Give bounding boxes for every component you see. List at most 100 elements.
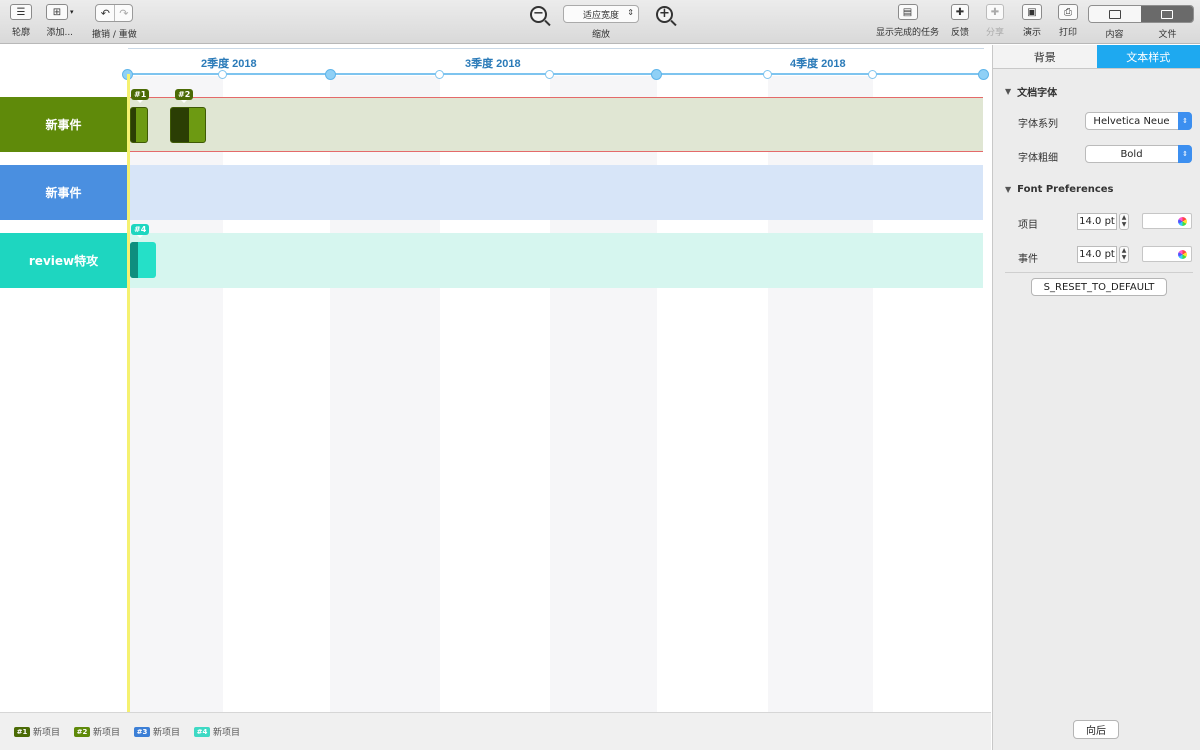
undo-redo-label: 撤销 / 重做 <box>92 30 137 40</box>
event-size-label: 事件 <box>1018 254 1038 265</box>
item-size-field[interactable]: 14.0 pt <box>1077 213 1117 230</box>
tab-background[interactable]: 背景 <box>993 45 1097 68</box>
month-tick <box>868 70 877 79</box>
swimlane-label[interactable]: review特攻 <box>0 233 127 288</box>
quarter-tick[interactable] <box>651 69 662 80</box>
legend-item[interactable]: #1 新项目 <box>14 725 60 738</box>
today-marker[interactable] <box>127 74 130 712</box>
file-view-icon <box>1161 9 1173 19</box>
month-tick <box>218 70 227 79</box>
share-button[interactable]: ✚ 分享 <box>986 4 1004 38</box>
item-size-stepper[interactable]: ▲ ▼ <box>1119 213 1129 230</box>
task-tag[interactable]: #2 <box>175 89 194 103</box>
present-icon: ▣ <box>1022 4 1042 20</box>
send-backward-button[interactable]: 向后 <box>1073 720 1119 739</box>
font-family-label: 字体系列 <box>1018 119 1058 130</box>
font-family-select[interactable]: Helvetica Neue ⇕ <box>1085 112 1192 130</box>
swimlane[interactable]: 新事件 <box>0 165 984 220</box>
zoom-select[interactable]: 适应宽度 ⇕ <box>563 5 639 23</box>
add-button[interactable]: ⊞ ▾ 添加... <box>46 4 74 38</box>
share-icon: ✚ <box>986 4 1004 20</box>
stepper-arrows-icon: ⇕ <box>1178 112 1192 130</box>
feedback-label: 反馈 <box>951 28 970 38</box>
completed-tasks-icon: ▤ <box>897 4 918 20</box>
reset-default-button[interactable]: S_RESET_TO_DEFAULT <box>1031 278 1167 296</box>
font-weight-value: Bold <box>1120 148 1143 160</box>
outline-label: 轮廓 <box>11 28 30 38</box>
doc-font-section[interactable]: ▼ 文档字体 <box>1005 84 1057 99</box>
print-button[interactable]: ⎙ 打印 <box>1058 4 1078 38</box>
show-completed-label: 显示完成的任务 <box>876 28 940 38</box>
present-button[interactable]: ▣ 演示 <box>1022 4 1042 38</box>
task-bar[interactable] <box>170 107 206 143</box>
color-wheel-icon <box>1178 217 1187 226</box>
legend-item[interactable]: #2 新项目 <box>74 725 120 738</box>
legend-label: 新项目 <box>153 728 181 738</box>
quarter-label: 2季度 2018 <box>201 58 257 70</box>
legend-bar: #1 新项目 #2 新项目 #3 新项目 #4 新项目 <box>0 712 991 750</box>
month-tick <box>545 70 554 79</box>
zoom-out-icon[interactable]: − <box>530 6 547 23</box>
legend-chip: #1 <box>14 726 30 737</box>
print-icon: ⎙ <box>1058 4 1078 20</box>
swimlane-label[interactable]: 新事件 <box>0 165 127 220</box>
undo-icon[interactable]: ↶ <box>96 5 114 21</box>
event-color-well[interactable] <box>1142 246 1192 262</box>
swimlane-area[interactable] <box>128 233 983 288</box>
present-label: 演示 <box>1022 28 1041 38</box>
color-wheel-icon <box>1178 250 1187 259</box>
legend-item[interactable]: #4 新项目 <box>194 725 240 738</box>
feedback-icon: ✚ <box>951 4 969 20</box>
event-size-stepper[interactable]: ▲ ▼ <box>1119 246 1129 263</box>
swimlane-area[interactable] <box>128 165 983 220</box>
quarter-tick[interactable] <box>325 69 336 80</box>
stepper-arrows-icon: ⇕ <box>627 8 634 17</box>
view-toggle <box>1088 5 1194 23</box>
month-tick <box>435 70 444 79</box>
time-axis <box>127 73 984 75</box>
month-tick <box>763 70 772 79</box>
toolbar: ☰ 轮廓 ⊞ ▾ 添加... ↶ ↷ 撤销 / 重做 − 适应宽度 ⇕ 缩放 +… <box>0 0 1200 44</box>
divider <box>1005 272 1193 273</box>
font-pref-heading: Font Preferences <box>1017 184 1114 195</box>
show-completed-button[interactable]: ▤ 显示完成的任务 <box>876 4 939 38</box>
view-toggle-labels: 内容 文件 <box>1088 27 1194 40</box>
file-view-button[interactable] <box>1141 6 1193 22</box>
item-size-label: 项目 <box>1018 220 1038 231</box>
tab-text-style[interactable]: 文本样式 <box>1096 45 1200 68</box>
content-view-icon <box>1109 9 1121 19</box>
zoom-in-icon[interactable]: + <box>656 6 673 23</box>
zoom-label: 缩放 <box>591 30 610 40</box>
legend-label: 新项目 <box>93 728 121 738</box>
task-bar[interactable] <box>130 242 156 278</box>
redo-icon[interactable]: ↷ <box>114 5 132 21</box>
quarter-label: 4季度 2018 <box>790 58 846 70</box>
inspector-tabs: 背景 文本样式 <box>993 45 1200 69</box>
feedback-button[interactable]: ✚ 反馈 <box>951 4 969 38</box>
content-view-label: 内容 <box>1105 30 1124 40</box>
event-size-field[interactable]: 14.0 pt <box>1077 246 1117 263</box>
task-bar[interactable] <box>130 107 148 143</box>
disclosure-triangle-icon: ▼ <box>1005 185 1012 194</box>
quarter-tick[interactable] <box>978 69 989 80</box>
font-weight-label: 字体粗细 <box>1018 153 1058 164</box>
doc-font-heading: 文档字体 <box>1017 88 1058 99</box>
swimlane-label[interactable]: 新事件 <box>0 97 127 152</box>
task-tag[interactable]: #1 <box>131 89 150 103</box>
share-label: 分享 <box>986 28 1005 38</box>
task-tag[interactable]: #4 <box>131 224 150 238</box>
zoom-value: 适应宽度 <box>582 10 619 21</box>
legend-chip: #4 <box>194 726 211 737</box>
outline-button[interactable]: ☰ 轮廓 <box>10 4 32 38</box>
item-color-well[interactable] <box>1142 213 1192 229</box>
swimlane-area[interactable] <box>128 97 983 152</box>
timeline-canvas[interactable]: 2季度 2018 3季度 2018 4季度 2018 新事件 新事件 revie… <box>0 45 991 712</box>
quarter-label: 3季度 2018 <box>465 58 521 70</box>
legend-chip: #2 <box>74 726 91 737</box>
print-label: 打印 <box>1058 28 1077 38</box>
font-pref-section[interactable]: ▼ Font Preferences <box>1005 184 1114 195</box>
legend-item[interactable]: #3 新项目 <box>134 725 180 738</box>
content-view-button[interactable] <box>1089 6 1141 22</box>
legend-label: 新项目 <box>33 728 61 738</box>
font-weight-select[interactable]: Bold ⇕ <box>1085 145 1192 163</box>
